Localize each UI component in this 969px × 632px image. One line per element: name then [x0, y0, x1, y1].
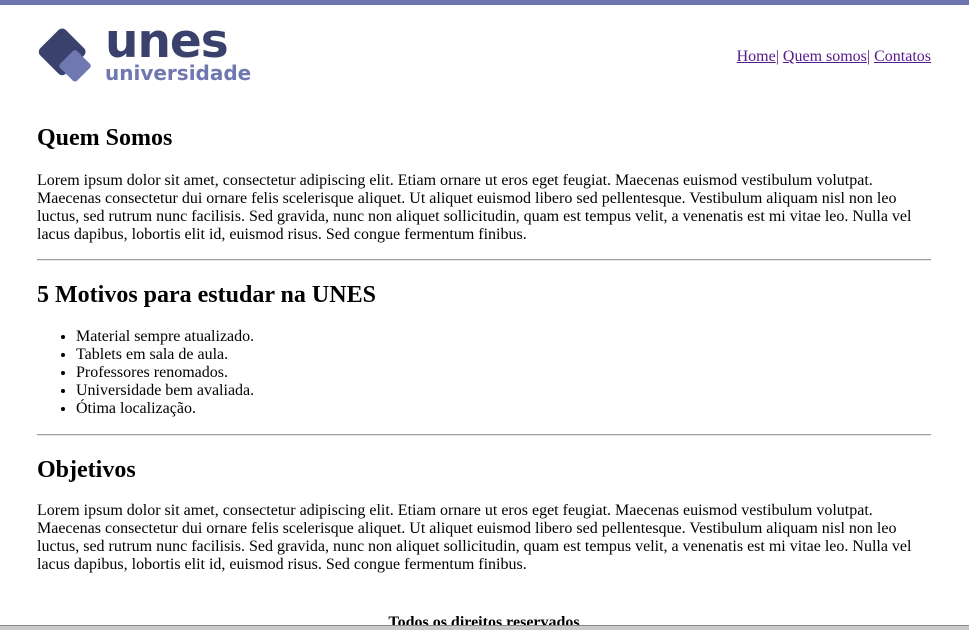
page-container: unes universidade Home| Quem somos| Cont… [37, 5, 931, 631]
list-item: Material sempre atualizado. [76, 328, 969, 346]
nav-link-contatos[interactable]: Contatos [874, 48, 931, 65]
section-text-objetivos: Lorem ipsum dolor sit amet, consectetur … [37, 502, 912, 573]
nav-link-home[interactable]: Home [737, 48, 776, 65]
list-item: Universidade bem avaliada. [76, 382, 969, 400]
section-text-quem-somos: Lorem ipsum dolor sit amet, consectetur … [37, 172, 912, 243]
section-title-motivos: 5 Motivos para estudar na UNES [37, 282, 376, 308]
motivos-list: Material sempre atualizado. Tablets em s… [37, 328, 969, 418]
list-item: Ótima localização. [76, 400, 969, 418]
list-item: Professores renomados. [76, 364, 969, 382]
site-header: unes universidade Home| Quem somos| Cont… [37, 5, 931, 110]
list-item: Tablets em sala de aula. [76, 346, 969, 364]
section-title-quem-somos: Quem Somos [37, 125, 173, 151]
section-title-objetivos: Objetivos [37, 457, 136, 483]
logo-subtitle: universidade [105, 61, 252, 85]
nav-separator: | [775, 48, 779, 65]
section-divider [37, 259, 931, 261]
nav-link-quem-somos[interactable]: Quem somos [783, 48, 867, 65]
nav-separator: | [866, 48, 871, 65]
window-bottom-edge [0, 625, 969, 630]
logo-diamond-icon [38, 28, 91, 82]
section-divider [37, 434, 931, 436]
main-nav: Home| Quem somos| Contatos [737, 47, 931, 67]
unes-logo[interactable]: unes universidade [37, 15, 252, 85]
